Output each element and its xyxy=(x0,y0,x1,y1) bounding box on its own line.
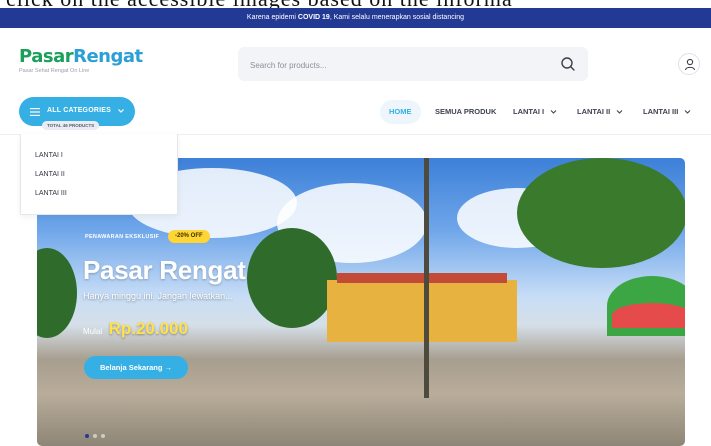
nav-item-lantai-ii[interactable]: LANTAI II xyxy=(577,100,623,124)
announcement-prefix: Karena epidemi xyxy=(246,14,298,21)
nav-item-lantai-ii-label: LANTAI II xyxy=(577,107,611,116)
nav-item-lantai-iii-label: LANTAI III xyxy=(643,107,679,116)
announcement-suffix: , Kami selalu menerapkan sosial distanci… xyxy=(329,14,465,21)
brand-name-part2: Rengat xyxy=(73,46,143,67)
brand-name-part1: Pasar xyxy=(19,46,74,67)
menu-icon xyxy=(30,108,40,116)
nav-item-lantai-iii[interactable]: LANTAI III xyxy=(643,100,691,124)
chevron-down-icon xyxy=(118,109,124,113)
announcement-bar: Karena epidemi COVID 19, Kami selalu men… xyxy=(0,8,711,28)
shop-now-button[interactable]: Belanja Sekarang → xyxy=(84,356,188,379)
navigation-row: ALL CATEGORIES TOTAL 46 PRODUCTS HOME SE… xyxy=(0,90,711,135)
nav-item-lantai-i-label: LANTAI I xyxy=(513,107,545,116)
user-icon xyxy=(684,58,696,71)
slider-dots xyxy=(85,425,109,443)
nav-item-semua-produk-label: SEMUA PRODUK xyxy=(435,107,497,116)
slider-dot[interactable] xyxy=(101,434,105,438)
slider-dot[interactable] xyxy=(93,434,97,438)
hero-title: Pasar Rengat xyxy=(83,255,246,285)
category-option-lantai-ii[interactable]: LANTAI II xyxy=(35,171,65,178)
account-button[interactable] xyxy=(678,53,700,75)
search-box xyxy=(238,47,588,81)
hero-price: Rp.20.000 xyxy=(108,319,188,338)
search-input[interactable] xyxy=(248,54,542,76)
chevron-down-icon xyxy=(616,110,623,114)
nav-item-home-label: HOME xyxy=(389,107,412,116)
price-prefix: Mulai xyxy=(83,327,103,336)
categories-dropdown: LANTAI I LANTAI II LANTAI III xyxy=(20,134,178,215)
chevron-down-icon xyxy=(550,110,557,114)
hero-price-row: Mulai Rp.20.000 xyxy=(83,319,188,339)
brand-logo[interactable]: PasarRengat Pasar Sehat Rengat On Line xyxy=(19,46,143,74)
total-products-badge: TOTAL 46 PRODUCTS xyxy=(42,121,100,130)
brand-tagline: Pasar Sehat Rengat On Line xyxy=(19,68,90,74)
nav-item-semua-produk[interactable]: SEMUA PRODUK xyxy=(435,100,496,124)
site-header: PasarRengat Pasar Sehat Rengat On Line xyxy=(0,28,711,90)
hero-eyebrow: PENAWARAN EKSKLUSIF xyxy=(85,234,160,240)
discount-badge: -20% OFF xyxy=(168,230,210,243)
category-option-lantai-iii[interactable]: LANTAI III xyxy=(35,190,67,197)
document-text-strip: click on the accessible images based on … xyxy=(0,0,711,8)
all-categories-label: ALL CATEGORIES xyxy=(47,107,111,114)
chevron-down-icon xyxy=(684,110,691,114)
hero-subtitle: Hanya minggu ini. Jangan lewatkan... xyxy=(83,291,233,301)
announcement-bold: COVID 19 xyxy=(297,14,330,21)
search-icon[interactable] xyxy=(560,56,576,72)
nav-item-home[interactable]: HOME xyxy=(380,100,421,124)
nav-item-lantai-i[interactable]: LANTAI I xyxy=(513,100,557,124)
slider-dot[interactable] xyxy=(85,434,89,438)
category-option-lantai-i[interactable]: LANTAI I xyxy=(35,152,63,159)
